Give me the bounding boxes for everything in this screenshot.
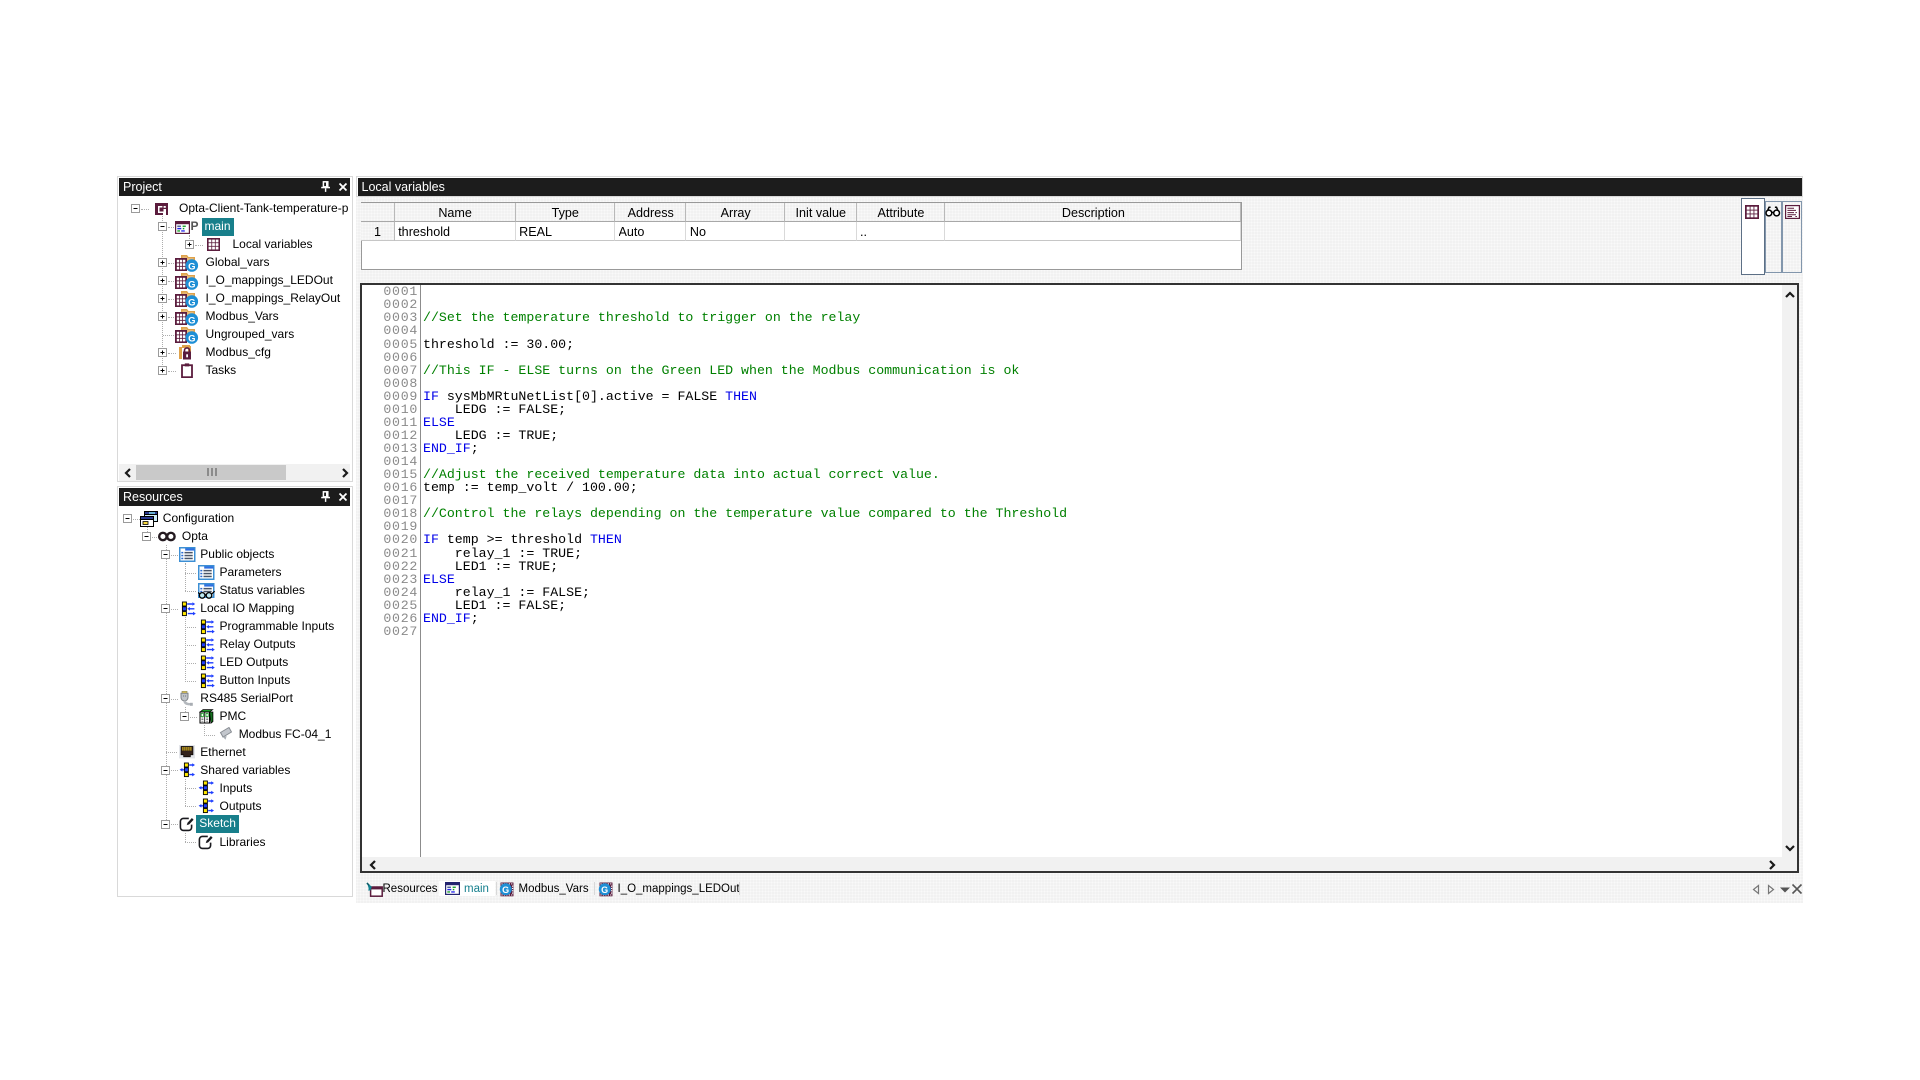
- svg-text:G: G: [188, 315, 195, 325]
- svg-text:G: G: [188, 333, 195, 343]
- svg-text:G: G: [188, 261, 195, 271]
- svg-text:G: G: [188, 279, 195, 289]
- svg-text:G: G: [188, 297, 195, 307]
- svg-text:G: G: [502, 885, 509, 895]
- svg-text:G: G: [601, 885, 608, 895]
